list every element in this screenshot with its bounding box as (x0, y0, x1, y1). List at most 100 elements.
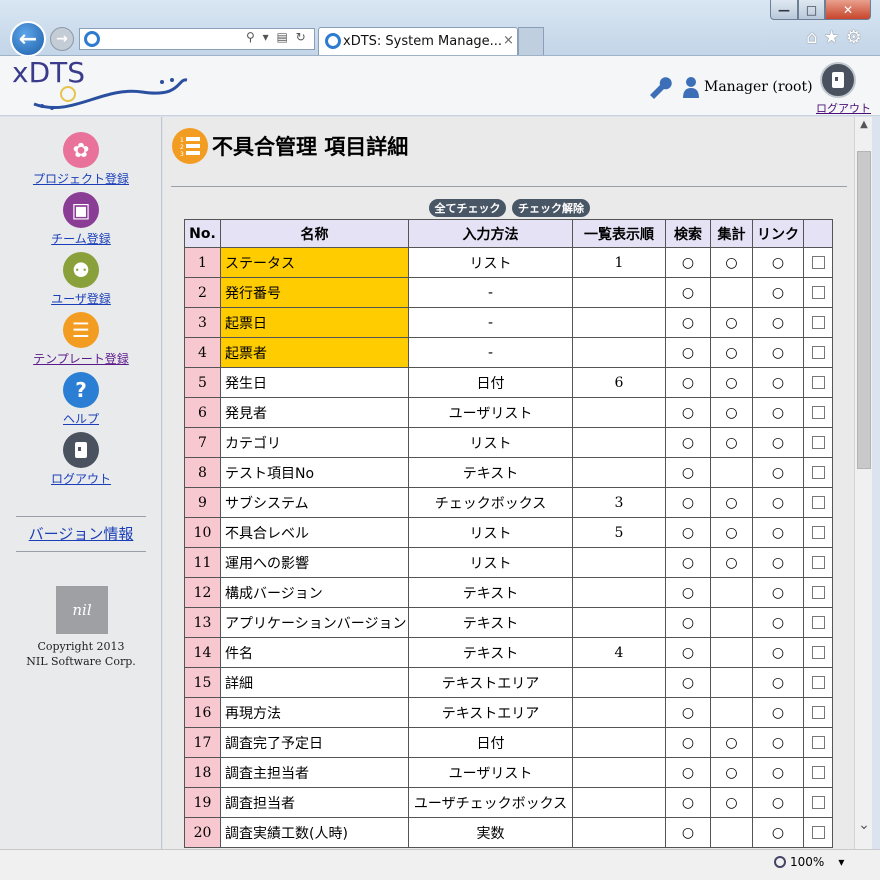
row-name: 不具合レベル (220, 517, 409, 548)
sidebar-item-help[interactable]: ? ヘルプ (0, 372, 162, 427)
project-icon[interactable]: ✿ (63, 132, 99, 168)
copyright: Copyright 2013 NIL Software Corp. (0, 639, 162, 669)
browser-toolbar-right: ⌂★⚙ (806, 27, 868, 48)
row-checkbox[interactable] (811, 316, 825, 329)
row-link-flag: ○ (752, 457, 804, 488)
settings-gear-icon[interactable]: ⚙ (846, 27, 868, 48)
vertical-scrollbar[interactable]: ▲ ⌄ (854, 117, 872, 849)
row-checkbox[interactable] (811, 766, 825, 779)
sidebar-item-team[interactable]: ▣ チーム登録 (0, 192, 162, 247)
row-search-flag: ○ (665, 637, 711, 668)
row-link-flag: ○ (752, 247, 804, 278)
row-select-cell (803, 487, 833, 518)
row-checkbox[interactable] (811, 826, 825, 839)
row-display-order (572, 427, 666, 458)
search-icon[interactable]: ⚲ (246, 30, 257, 44)
check-all-button[interactable]: 全てチェック (429, 199, 506, 217)
row-checkbox[interactable] (811, 706, 825, 719)
row-no: 6 (184, 397, 221, 428)
sidebar-link-template[interactable]: テンプレート登録 (0, 350, 162, 367)
maximize-button[interactable]: □ (798, 0, 825, 20)
sidebar-link-logout[interactable]: ログアウト (0, 470, 162, 487)
row-name: 運用への影響 (220, 547, 409, 578)
logout-icon[interactable] (63, 432, 99, 468)
tab-close-icon[interactable]: × (503, 33, 514, 48)
template-icon[interactable]: ☰ (63, 312, 99, 348)
row-checkbox[interactable] (811, 736, 825, 749)
sidebar-link-users[interactable]: ユーザ登録 (0, 290, 162, 307)
sidebar-link-team[interactable]: チーム登録 (0, 230, 162, 247)
forward-button[interactable]: → (50, 27, 74, 51)
sidebar-item-logout[interactable]: ログアウト (0, 432, 162, 487)
row-checkbox[interactable] (811, 556, 825, 569)
row-input-method: 日付 (408, 727, 573, 758)
row-checkbox[interactable] (811, 796, 825, 809)
refresh-icon[interactable]: ↻ (296, 30, 308, 44)
row-checkbox[interactable] (811, 286, 825, 299)
sidebar-link-help[interactable]: ヘルプ (0, 410, 162, 427)
logout-top-button[interactable]: ログアウト (816, 62, 871, 116)
browser-tab[interactable]: xDTS: System Manage... × (318, 27, 518, 55)
row-checkbox[interactable] (811, 526, 825, 539)
logout-top-link[interactable]: ログアウト (816, 100, 871, 116)
scroll-thumb[interactable] (857, 151, 871, 469)
row-aggregate-flag (710, 607, 753, 638)
row-select-cell (803, 517, 833, 548)
favorites-star-icon[interactable]: ★ (823, 27, 845, 48)
row-no: 15 (184, 667, 221, 698)
sidebar-item-project[interactable]: ✿ プロジェクト登録 (0, 132, 162, 187)
back-button[interactable]: ← (10, 21, 46, 57)
row-display-order (572, 787, 666, 818)
sidebar-link-project[interactable]: プロジェクト登録 (0, 170, 162, 187)
sidebar-item-template[interactable]: ☰ テンプレート登録 (0, 312, 162, 367)
version-info-link[interactable]: バージョン情報 (0, 523, 162, 544)
uncheck-all-button[interactable]: チェック解除 (512, 199, 590, 217)
help-icon[interactable]: ? (63, 372, 99, 408)
close-window-button[interactable]: ✕ (825, 0, 871, 20)
chevron-down-icon[interactable]: ▾ (263, 30, 271, 44)
row-checkbox[interactable] (811, 586, 825, 599)
table-header-row: No. 名称 入力方法 一覧表示順 検索 集計 リンク (184, 219, 833, 248)
home-icon[interactable]: ⌂ (806, 27, 823, 48)
row-no: 11 (184, 547, 221, 578)
row-checkbox[interactable] (811, 256, 825, 269)
ie-icon (325, 33, 341, 49)
row-checkbox[interactable] (811, 676, 825, 689)
row-link-flag: ○ (752, 517, 804, 548)
row-checkbox[interactable] (811, 466, 825, 479)
row-checkbox[interactable] (811, 346, 825, 359)
row-name: アプリケーションバージョン (220, 607, 409, 638)
row-checkbox[interactable] (811, 646, 825, 659)
sidebar-item-users[interactable]: ⚉ ユーザ登録 (0, 252, 162, 307)
scroll-up-icon[interactable]: ▲ (855, 119, 873, 130)
row-name: 件名 (220, 637, 409, 668)
sidebar-divider (16, 516, 146, 517)
row-link-flag: ○ (752, 307, 804, 338)
address-tools[interactable]: ⚲ ▾ ▤ ↻ (246, 30, 308, 44)
minimize-button[interactable]: — (770, 0, 798, 20)
team-icon[interactable]: ▣ (63, 192, 99, 228)
row-checkbox[interactable] (811, 436, 825, 449)
scroll-down-icon[interactable]: ⌄ (855, 817, 873, 833)
row-search-flag: ○ (665, 367, 711, 398)
row-checkbox[interactable] (811, 496, 825, 509)
zoom-control[interactable]: 100% ▾ (774, 855, 844, 869)
users-icon[interactable]: ⚉ (63, 252, 99, 288)
row-name: 構成バージョン (220, 577, 409, 608)
chevron-down-icon[interactable]: ▾ (838, 855, 844, 869)
row-select-cell (803, 787, 833, 818)
wrench-icon[interactable] (646, 75, 672, 99)
row-input-method: 日付 (408, 367, 573, 398)
row-aggregate-flag: ○ (710, 307, 753, 338)
new-tab-button[interactable] (518, 27, 544, 55)
table-row: 15 詳細 テキストエリア ○ ○ (184, 667, 833, 698)
row-display-order (572, 697, 666, 728)
row-checkbox[interactable] (811, 376, 825, 389)
row-checkbox[interactable] (811, 616, 825, 629)
row-checkbox[interactable] (811, 406, 825, 419)
row-aggregate-flag (710, 637, 753, 668)
compat-icon[interactable]: ▤ (276, 30, 289, 44)
table-row: 10 不具合レベル リスト 5 ○ ○ ○ (184, 517, 833, 548)
logout-icon[interactable] (820, 62, 856, 98)
col-header-check (803, 219, 833, 248)
